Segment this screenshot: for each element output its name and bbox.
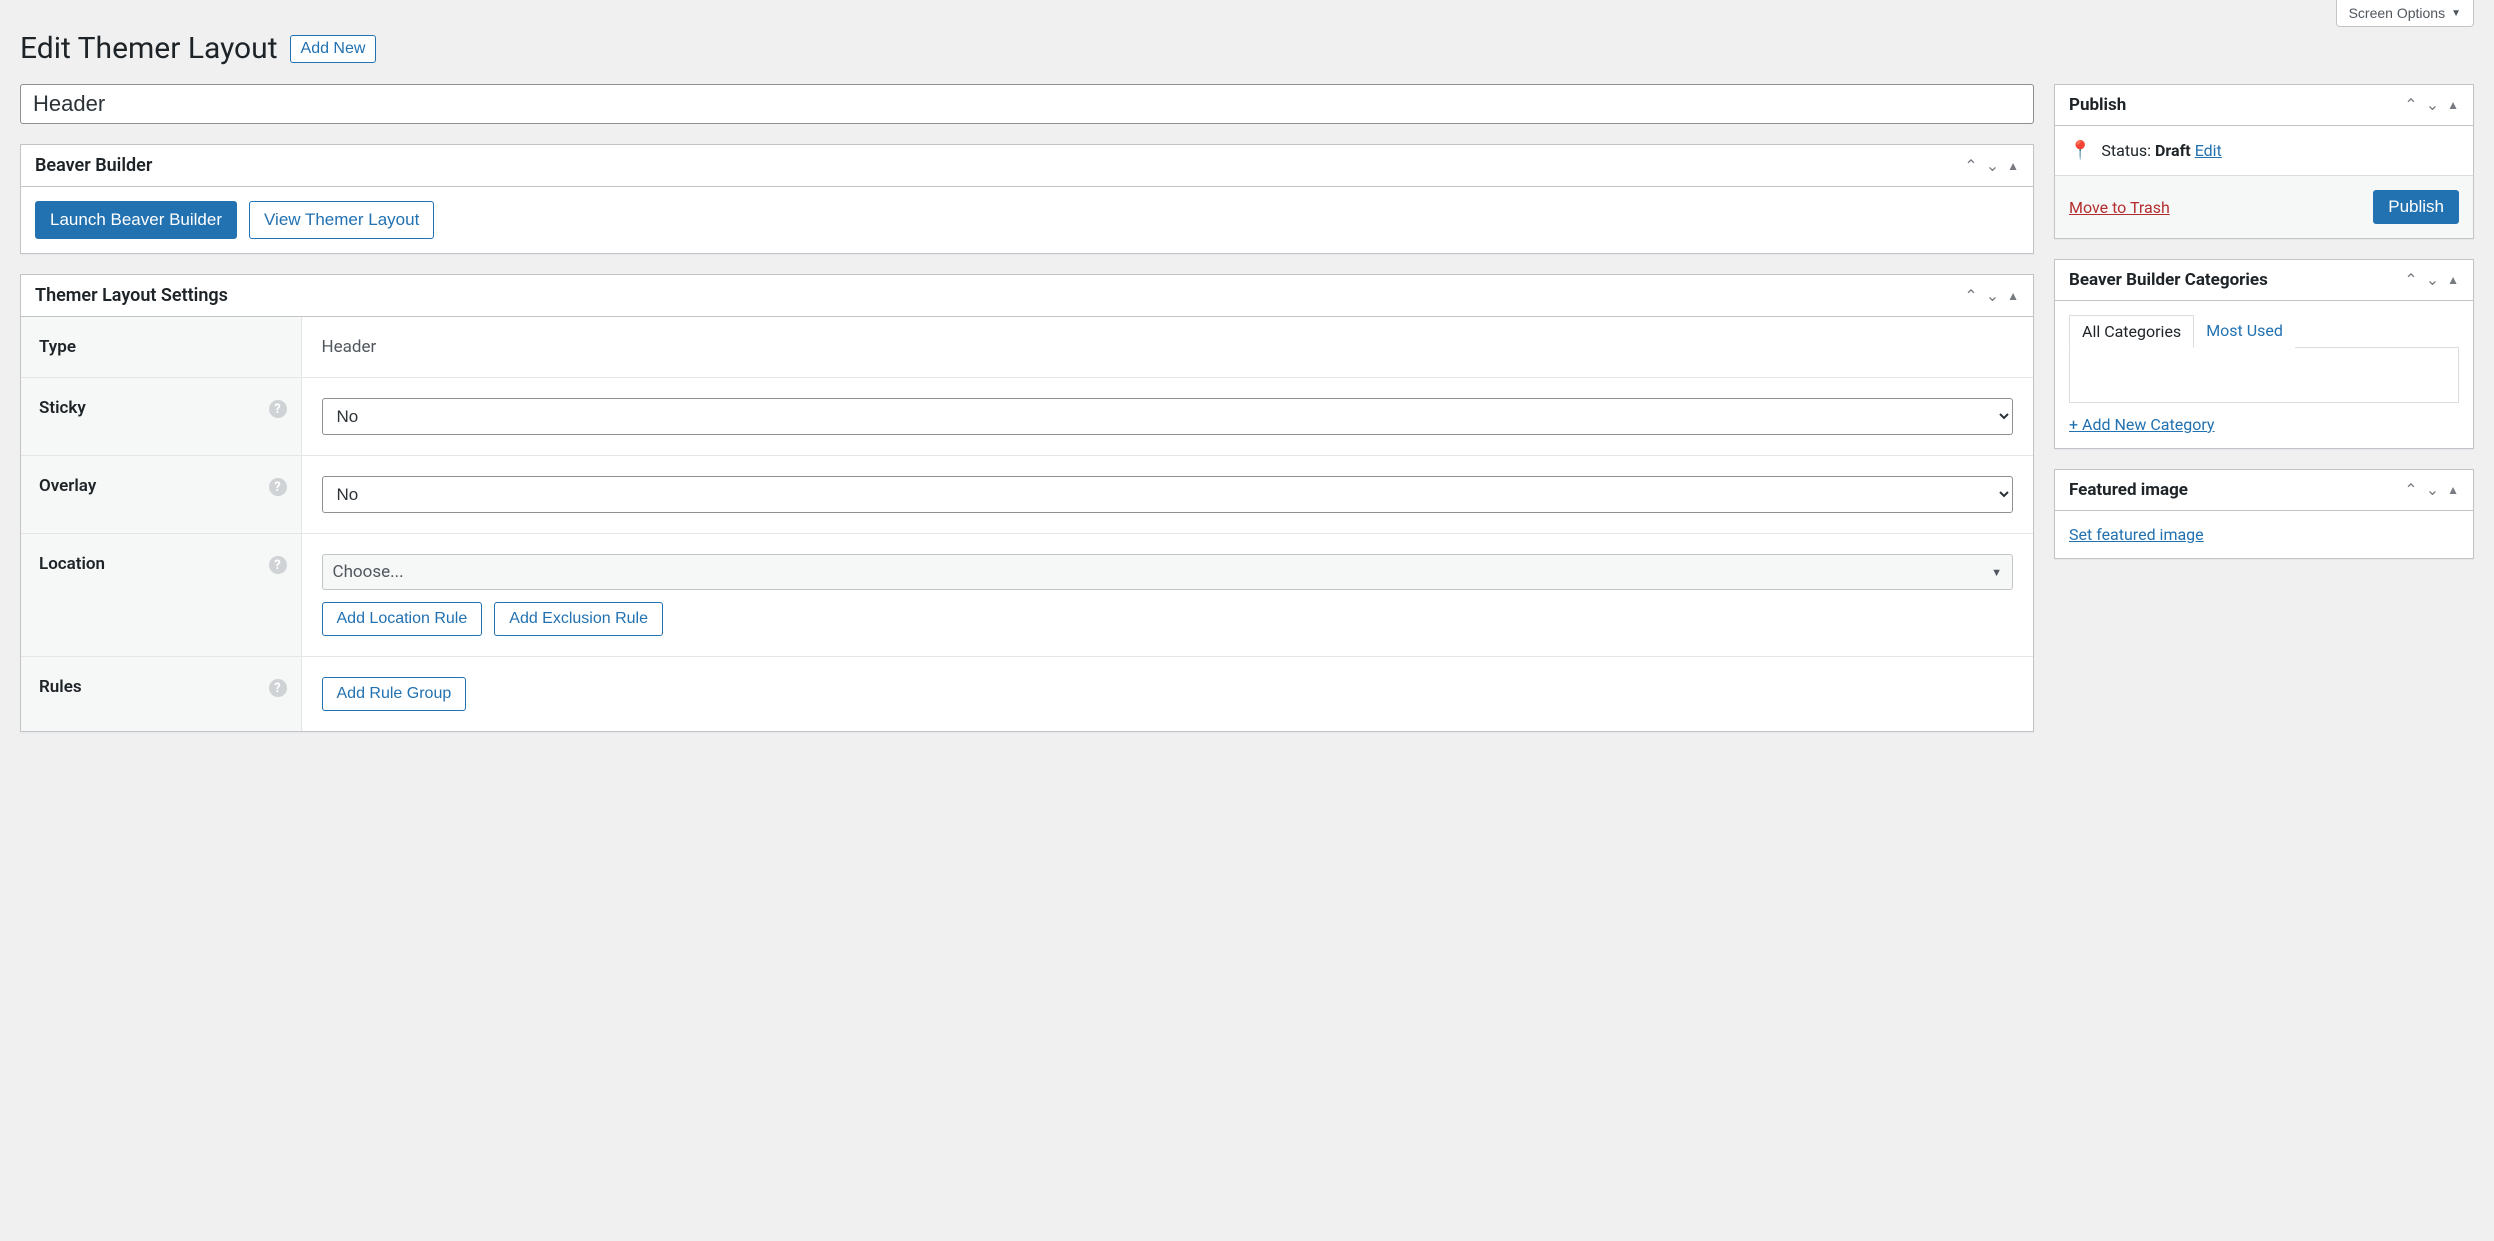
add-rule-group-button[interactable]: Add Rule Group [322,677,467,711]
triangle-up-icon[interactable]: ▲ [2007,160,2019,172]
chevron-up-icon[interactable]: ⌃ [1964,158,1977,174]
triangle-up-icon[interactable]: ▲ [2447,274,2459,286]
featured-image-panel: Featured image ⌃ ⌄ ▲ Set featured image [2054,469,2474,559]
settings-row-type: Type Header [21,317,2033,378]
triangle-up-icon[interactable]: ▲ [2447,484,2459,496]
settings-row-overlay: Overlay ? No [21,456,2033,534]
view-themer-layout-button[interactable]: View Themer Layout [249,201,434,239]
location-select[interactable]: Choose... ▼ [322,554,2014,590]
help-icon[interactable]: ? [269,556,287,574]
chevron-down-icon[interactable]: ⌄ [2426,97,2439,113]
settings-label-overlay: Overlay [39,476,96,496]
set-featured-image-link[interactable]: Set featured image [2069,525,2204,544]
chevron-up-icon[interactable]: ⌃ [2404,482,2417,498]
categories-list [2069,347,2459,403]
settings-label-type: Type [21,317,301,378]
help-icon[interactable]: ? [269,679,287,697]
settings-label-rules: Rules [39,677,82,697]
status-value: Draft [2155,141,2191,160]
settings-label-sticky: Sticky [39,398,86,418]
chevron-up-icon[interactable]: ⌃ [1964,288,1977,304]
add-exclusion-rule-button[interactable]: Add Exclusion Rule [494,602,663,636]
edit-status-link[interactable]: Edit [2195,141,2222,160]
move-to-trash-link[interactable]: Move to Trash [2069,198,2170,217]
chevron-up-icon[interactable]: ⌃ [2404,272,2417,288]
status-label: Status: [2101,141,2155,160]
settings-label-location: Location [39,554,105,574]
panel-title: Beaver Builder [35,155,152,176]
chevron-down-icon[interactable]: ⌄ [2426,482,2439,498]
chevron-down-icon: ▼ [2451,8,2461,19]
settings-row-location: Location ? Choose... ▼ Add Location Rule… [21,534,2033,657]
tab-all-categories[interactable]: All Categories [2069,315,2194,348]
launch-beaver-builder-button[interactable]: Launch Beaver Builder [35,201,237,239]
add-new-category-link[interactable]: + Add New Category [2069,415,2214,434]
triangle-up-icon[interactable]: ▲ [2007,290,2019,302]
chevron-down-icon[interactable]: ⌄ [1986,288,1999,304]
panel-handle-actions: ⌃ ⌄ ▲ [2404,272,2459,288]
screen-options-label: Screen Options [2349,5,2446,21]
categories-panel: Beaver Builder Categories ⌃ ⌄ ▲ All Cate… [2054,259,2474,449]
panel-handle-actions: ⌃ ⌄ ▲ [1964,288,2019,304]
triangle-up-icon[interactable]: ▲ [2447,99,2459,111]
chevron-down-icon: ▼ [1991,566,2002,579]
settings-row-sticky: Sticky ? No [21,378,2033,456]
panel-title: Beaver Builder Categories [2069,270,2268,290]
help-icon[interactable]: ? [269,400,287,418]
location-select-value: Choose... [333,562,404,582]
panel-handle-actions: ⌃ ⌄ ▲ [1964,158,2019,174]
chevron-up-icon[interactable]: ⌃ [2404,97,2417,113]
themer-layout-settings-panel: Themer Layout Settings ⌃ ⌄ ▲ Type Header… [20,274,2034,732]
panel-handle-actions: ⌃ ⌄ ▲ [2404,482,2459,498]
settings-row-rules: Rules ? Add Rule Group [21,657,2033,732]
beaver-builder-panel: Beaver Builder ⌃ ⌄ ▲ Launch Beaver Build… [20,144,2034,254]
screen-options-button[interactable]: Screen Options ▼ [2336,0,2474,27]
status-line: 📍 Status: Draft Edit [2069,140,2459,161]
add-location-rule-button[interactable]: Add Location Rule [322,602,483,636]
panel-title: Featured image [2069,480,2188,500]
chevron-down-icon[interactable]: ⌄ [1986,158,1999,174]
help-icon[interactable]: ? [269,478,287,496]
panel-handle-actions: ⌃ ⌄ ▲ [2404,97,2459,113]
panel-title: Themer Layout Settings [35,285,228,306]
page-heading: Edit Themer Layout Add New [20,31,2474,66]
chevron-down-icon[interactable]: ⌄ [2426,272,2439,288]
title-input[interactable] [20,84,2034,124]
settings-value-type: Header [301,317,2033,378]
sticky-select[interactable]: No [322,398,2014,435]
add-new-button[interactable]: Add New [290,35,377,63]
panel-title: Publish [2069,95,2126,115]
publish-panel: Publish ⌃ ⌄ ▲ 📍 Status: Draft Edit Move … [2054,84,2474,239]
tab-most-used[interactable]: Most Used [2194,315,2295,348]
overlay-select[interactable]: No [322,476,2014,513]
publish-button[interactable]: Publish [2373,190,2459,224]
page-title: Edit Themer Layout [20,31,278,66]
pin-icon: 📍 [2069,140,2091,161]
